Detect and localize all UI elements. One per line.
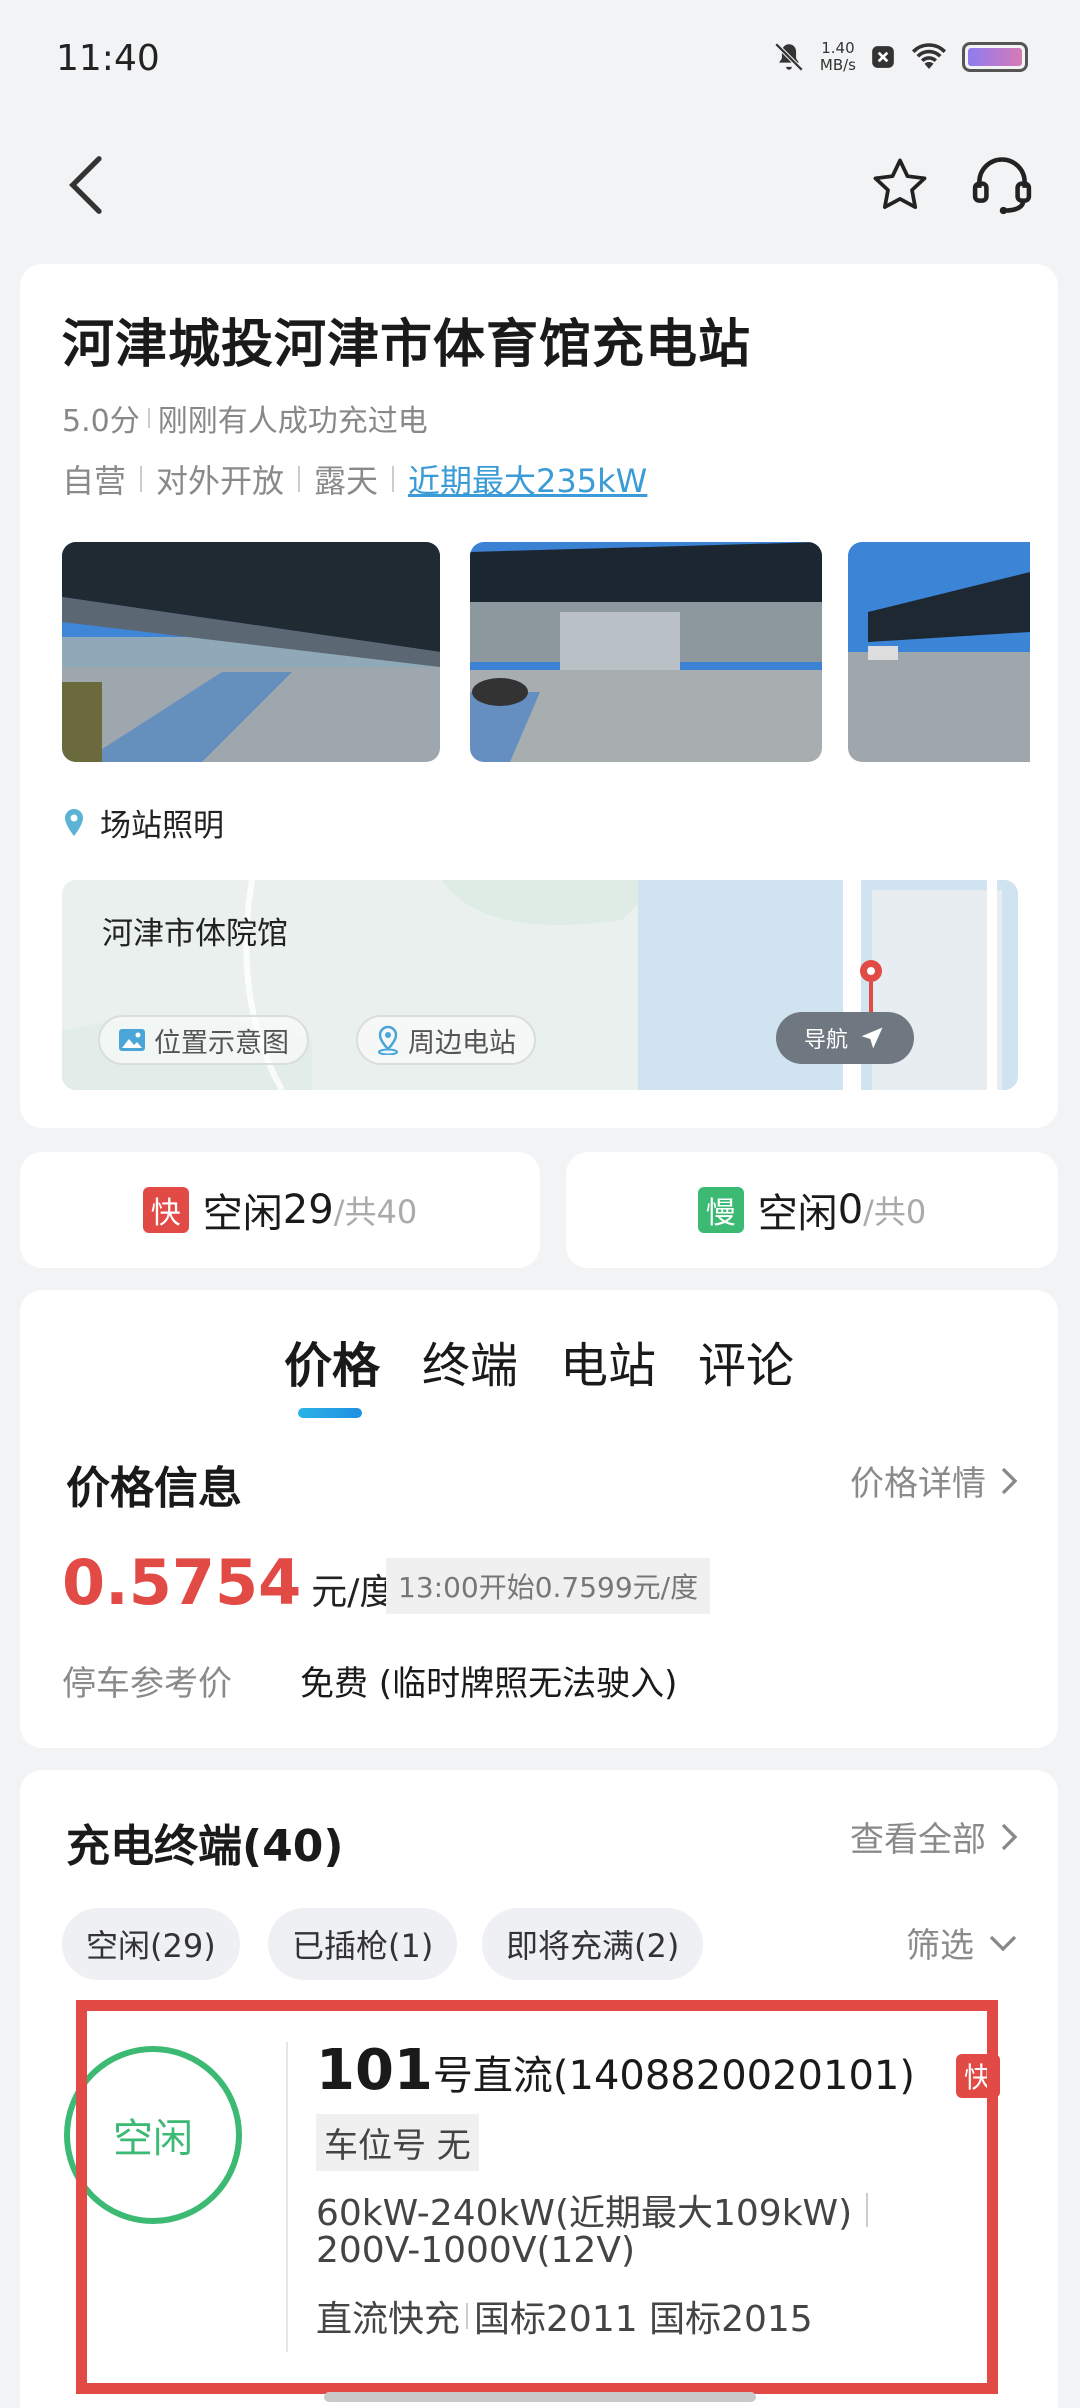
recent-activity: 刚刚有人成功充过电 [157, 404, 428, 439]
view-all-link[interactable]: 查看全部 [850, 1812, 1018, 1861]
navigation-arrow-icon [861, 1027, 883, 1049]
status-bar: 11:40 1.40 MB/s [0, 0, 1080, 120]
station-photo[interactable] [848, 542, 1030, 762]
next-period-price: 13:00开始0.7599元/度 [386, 1558, 711, 1614]
tab-station[interactable]: 电站 [560, 1326, 656, 1396]
fast-tag: 快 [142, 1187, 189, 1233]
slow-charger-availability[interactable]: 慢 空闲 0 /共0 [566, 1152, 1058, 1268]
station-map[interactable]: 河津市体院馆 位置示意图 周边电站 导航 [62, 880, 1018, 1090]
price-info-title: 价格信息 [66, 1463, 242, 1514]
pin-icon [378, 1025, 398, 1055]
price-value: 0.5754 [62, 1546, 302, 1619]
image-icon [119, 1029, 145, 1051]
net-speed: 1.40 MB/s [819, 39, 856, 74]
station-photo[interactable] [470, 542, 822, 762]
back-button[interactable] [50, 140, 120, 230]
fast-free-count: 29 [282, 1187, 334, 1233]
station-rating-row: 5.0分 刚刚有人成功充过电 [62, 396, 428, 440]
headset-icon [972, 157, 1032, 215]
amenity-lighting: 场站照明 [62, 800, 224, 845]
tab-terminal[interactable]: 终端 [422, 1326, 518, 1396]
customer-service-button[interactable] [962, 140, 1042, 230]
tag-open-to-public: 对外开放 [156, 462, 285, 500]
map-place-name: 河津市体院馆 [102, 916, 288, 952]
chevron-left-icon [69, 156, 102, 214]
fast-total: /共40 [333, 1193, 418, 1231]
filter-plugged[interactable]: 已插枪(1) [268, 1908, 458, 1980]
tag-self-operated: 自营 [62, 462, 127, 500]
map-marker-icon [860, 960, 882, 1012]
price-detail-link[interactable]: 价格详情 [850, 1456, 1018, 1505]
tab-reviews[interactable]: 评论 [698, 1326, 794, 1396]
location-pin-icon [65, 808, 83, 836]
chevron-right-icon [1001, 1467, 1018, 1494]
home-indicator[interactable] [324, 2392, 756, 2402]
star-outline-icon [873, 158, 927, 209]
battery-icon [962, 42, 1028, 72]
station-name: 河津城投河津市体育馆充电站 [62, 315, 752, 375]
parking-value: 免费 (临时牌照无法驶入) [300, 1664, 678, 1704]
location-diagram-chip[interactable]: 位置示意图 [98, 1015, 309, 1065]
status-time: 11:40 [56, 38, 160, 79]
close-box-icon [872, 46, 894, 68]
parking-label: 停车参考价 [62, 1664, 232, 1704]
price-unit: 元/度 [311, 1572, 396, 1613]
slow-total: /共0 [863, 1193, 927, 1231]
detail-tabs: 价格 终端 电站 评论 [284, 1326, 794, 1396]
favorite-button[interactable] [860, 140, 940, 230]
max-power-link[interactable]: 近期最大235kW [408, 456, 647, 502]
highlight-box [76, 2000, 998, 2394]
station-tags-row: 自营 对外开放 露天 近期最大235kW [62, 456, 647, 502]
mute-bell-icon [774, 42, 804, 72]
station-photo[interactable] [62, 542, 440, 762]
station-rating: 5.0分 [62, 404, 140, 439]
filter-almost-full[interactable]: 即将充满(2) [482, 1908, 704, 1980]
current-price: 0.5754 元/度 [62, 1546, 395, 1619]
top-navigation-bar [0, 120, 1080, 242]
navigate-button[interactable]: 导航 [776, 1012, 914, 1064]
slow-free-count: 0 [837, 1187, 864, 1233]
fast-charger-availability[interactable]: 快 空闲 29 /共40 [20, 1152, 540, 1268]
tag-outdoor: 露天 [314, 462, 379, 500]
station-info-card: 河津城投河津市体育馆充电站 5.0分 刚刚有人成功充过电 自营 对外开放 露天 … [20, 264, 1058, 1128]
terminals-title: 充电终端(40) [66, 1821, 344, 1872]
chevron-down-icon [989, 1935, 1017, 1951]
chevron-right-icon [1001, 1823, 1018, 1850]
nearby-stations-chip[interactable]: 周边电站 [356, 1015, 536, 1065]
price-card: 价格 终端 电站 评论 价格信息 价格详情 0.5754 元/度 13:00开始… [20, 1290, 1058, 1748]
active-tab-indicator [298, 1408, 362, 1418]
wifi-icon [911, 43, 947, 69]
status-icons: 1.40 MB/s [772, 40, 1028, 74]
tab-price[interactable]: 价格 [284, 1326, 380, 1396]
filter-dropdown[interactable]: 筛选 [906, 1918, 1018, 1967]
filter-idle[interactable]: 空闲(29) [62, 1908, 240, 1980]
slow-tag: 慢 [697, 1187, 744, 1233]
